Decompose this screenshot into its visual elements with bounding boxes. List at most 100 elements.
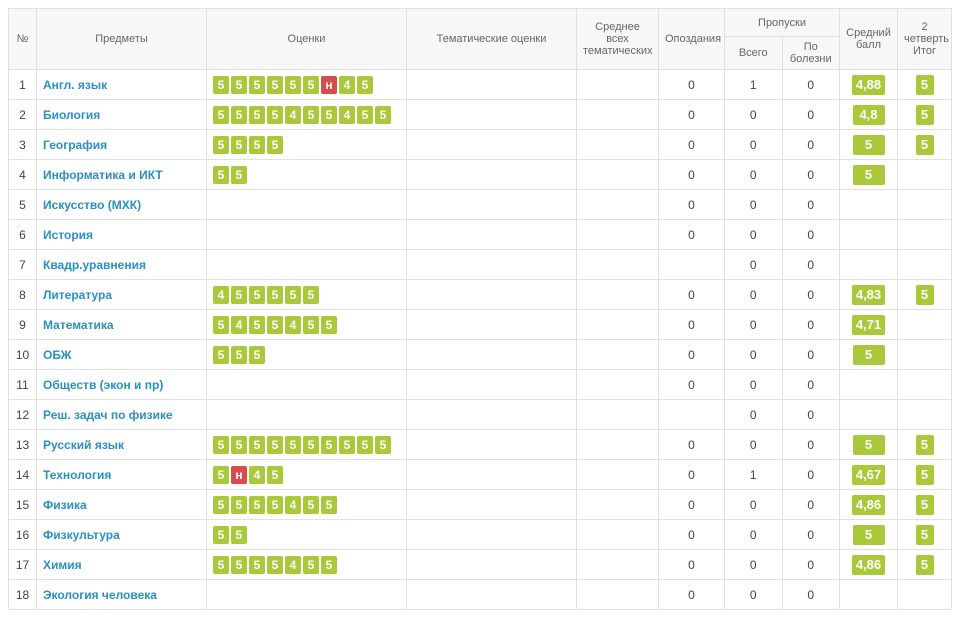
header-abs-total: Всего (725, 37, 783, 70)
subject-link[interactable]: ОБЖ (43, 348, 72, 362)
grade-badge: 5 (321, 316, 337, 334)
table-row: 17Химия55554550004,865 (9, 550, 952, 580)
row-number: 11 (9, 370, 37, 400)
avg-thematic-cell (577, 160, 659, 190)
grade-badge: 5 (213, 556, 229, 574)
avg-cell (840, 400, 898, 430)
avg-cell (840, 190, 898, 220)
abs-total-cell: 0 (725, 550, 783, 580)
row-number: 15 (9, 490, 37, 520)
avg-cell: 4,67 (840, 460, 898, 490)
grade-badge: 5 (303, 76, 319, 94)
thematic-cell (407, 70, 577, 100)
grades-cell (207, 400, 407, 430)
table-row: 13Русский язык555555555500055 (9, 430, 952, 460)
grade-badge: 5 (357, 436, 373, 454)
grade-badge: н (231, 466, 247, 484)
grade-badge: 4 (249, 466, 265, 484)
table-row: 3География555500055 (9, 130, 952, 160)
quarter-cell (898, 220, 952, 250)
subject-link[interactable]: Литература (43, 288, 112, 302)
subject-link[interactable]: Физкультура (43, 528, 120, 542)
row-number: 9 (9, 310, 37, 340)
table-row: 15Физика55554550004,865 (9, 490, 952, 520)
grade-badge: 4 (285, 316, 301, 334)
subject-link[interactable]: Искусство (МХК) (43, 198, 141, 212)
quarter-badge: 5 (916, 105, 934, 125)
avg-badge: 4,86 (852, 495, 885, 515)
avg-badge: 5 (853, 135, 885, 155)
grade-badge: 5 (213, 466, 229, 484)
avg-cell (840, 220, 898, 250)
avg-thematic-cell (577, 250, 659, 280)
quarter-cell: 5 (898, 550, 952, 580)
quarter-badge: 5 (916, 555, 934, 575)
avg-thematic-cell (577, 400, 659, 430)
thematic-cell (407, 280, 577, 310)
grades-cell: 555555н45 (207, 70, 407, 100)
avg-cell (840, 580, 898, 610)
subject-link[interactable]: Обществ (экон и пр) (43, 378, 163, 392)
subject-link[interactable]: История (43, 228, 93, 242)
abs-ill-cell: 0 (782, 250, 840, 280)
header-absences: Пропуски (725, 9, 840, 37)
avg-thematic-cell (577, 100, 659, 130)
quarter-badge: 5 (916, 435, 934, 455)
subject-link[interactable]: Экология человека (43, 588, 157, 602)
subject-link[interactable]: Биология (43, 108, 100, 122)
avg-cell: 4,86 (840, 550, 898, 580)
grade-badge: 5 (375, 436, 391, 454)
avg-thematic-cell (577, 520, 659, 550)
subject-link[interactable]: Квадр.уравнения (43, 258, 146, 272)
abs-ill-cell: 0 (782, 370, 840, 400)
grades-cell: 5555555555 (207, 430, 407, 460)
grades-cell: 5н45 (207, 460, 407, 490)
avg-badge: 5 (853, 165, 885, 185)
subject-link[interactable]: Физика (43, 498, 87, 512)
avg-badge: 5 (853, 435, 885, 455)
subject-link[interactable]: Технология (43, 468, 111, 482)
subject-link[interactable]: Математика (43, 318, 114, 332)
grades-cell (207, 250, 407, 280)
grade-badge: 5 (231, 136, 247, 154)
abs-ill-cell: 0 (782, 280, 840, 310)
abs-ill-cell: 0 (782, 190, 840, 220)
row-number: 18 (9, 580, 37, 610)
thematic-cell (407, 160, 577, 190)
abs-total-cell: 0 (725, 520, 783, 550)
grade-badge: 5 (267, 136, 283, 154)
subject-link[interactable]: Реш. задач по физике (43, 408, 173, 422)
abs-ill-cell: 0 (782, 340, 840, 370)
row-number: 14 (9, 460, 37, 490)
grade-badge: 4 (213, 286, 229, 304)
table-row: 6История000 (9, 220, 952, 250)
row-number: 2 (9, 100, 37, 130)
grade-badge: 5 (267, 316, 283, 334)
thematic-cell (407, 520, 577, 550)
late-cell: 0 (659, 430, 725, 460)
row-number: 13 (9, 430, 37, 460)
abs-total-cell: 0 (725, 100, 783, 130)
grades-cell: 5555 (207, 130, 407, 160)
row-number: 17 (9, 550, 37, 580)
grade-badge: 5 (321, 436, 337, 454)
avg-badge: 4,88 (852, 75, 885, 95)
grade-badge: 5 (303, 106, 319, 124)
subject-link[interactable]: Химия (43, 558, 82, 572)
grades-cell: 5555455455 (207, 100, 407, 130)
late-cell: 0 (659, 520, 725, 550)
subject-link[interactable]: Информатика и ИКТ (43, 168, 163, 182)
subject-link[interactable]: География (43, 138, 107, 152)
subject-link[interactable]: Англ. язык (43, 78, 107, 92)
row-number: 5 (9, 190, 37, 220)
abs-total-cell: 1 (725, 460, 783, 490)
grades-cell: 5555455 (207, 490, 407, 520)
grade-badge: 5 (231, 526, 247, 544)
grade-badge: 5 (231, 436, 247, 454)
quarter-badge: 5 (916, 525, 934, 545)
abs-ill-cell: 0 (782, 430, 840, 460)
late-cell: 0 (659, 70, 725, 100)
grade-badge: 4 (339, 76, 355, 94)
subject-link[interactable]: Русский язык (43, 438, 124, 452)
avg-thematic-cell (577, 580, 659, 610)
